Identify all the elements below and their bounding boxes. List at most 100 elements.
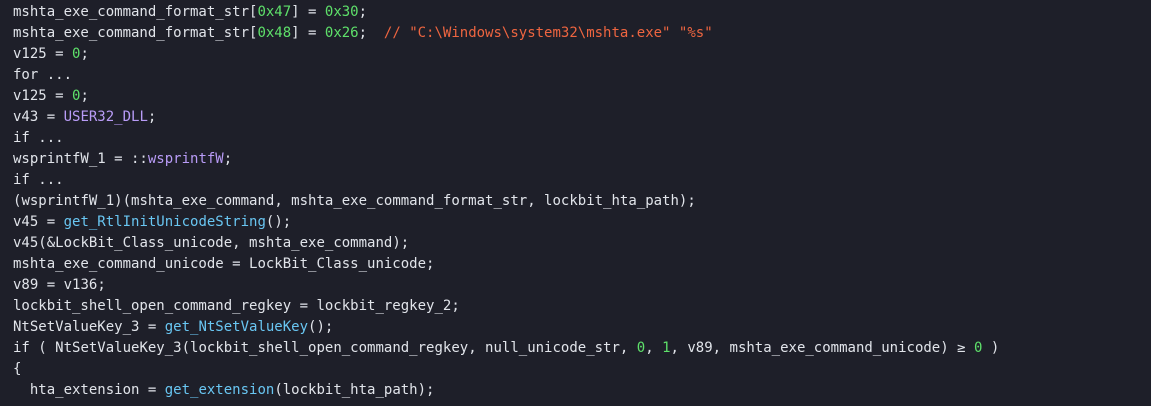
code-line[interactable]: lockbit_shell_open_command_regkey = lock…	[13, 296, 1151, 317]
identifier-token[interactable]: mshta_exe_command_format_str	[291, 193, 527, 209]
number-literal: 1	[662, 340, 671, 356]
punctuation-token: ,	[274, 193, 292, 209]
punctuation-token: ,	[670, 340, 688, 356]
identifier-token[interactable]: v43	[13, 109, 38, 125]
identifier-token[interactable]: v125	[13, 88, 47, 104]
function-name[interactable]: get_NtSetValueKey	[165, 319, 308, 335]
collapsed-block[interactable]: if ...	[13, 172, 64, 188]
punctuation-token: =	[139, 319, 165, 335]
number-literal: 0x26	[324, 25, 359, 41]
identifier-token[interactable]: mshta_exe_command	[131, 193, 274, 209]
identifier-token[interactable]: wsprintfW_1	[21, 193, 114, 209]
code-comment: // "C:\Windows\system32\mshta.exe" "%s"	[383, 25, 713, 41]
function-name[interactable]: get_extension	[165, 382, 275, 398]
code-line[interactable]: wsprintfW_1 = ::wsprintfW;	[13, 149, 1151, 170]
punctuation-token: =	[46, 88, 73, 104]
code-line[interactable]: if ...	[13, 128, 1151, 149]
identifier-token[interactable]: null_unicode_str	[485, 340, 620, 356]
punctuation-token: ,	[645, 340, 663, 356]
punctuation-token: =	[46, 46, 73, 62]
punctuation-token: ;	[358, 4, 368, 20]
identifier-token[interactable]: mshta_exe_command_unicode	[13, 256, 224, 272]
punctuation-token: );	[392, 235, 410, 251]
punctuation-token: ,	[712, 340, 730, 356]
punctuation-token: =	[291, 298, 317, 314]
code-line[interactable]: NtSetValueKey_3 = get_NtSetValueKey();	[13, 317, 1151, 338]
punctuation-token: (	[181, 340, 191, 356]
identifier-token[interactable]: v45	[13, 235, 38, 251]
punctuation-token: =	[223, 256, 250, 272]
punctuation-token: =	[38, 214, 64, 230]
code-line[interactable]: if ...	[13, 170, 1151, 191]
identifier-token[interactable]: v89	[13, 277, 38, 293]
punctuation-token: ();	[265, 214, 292, 230]
identifier-token[interactable]: LockBit_Class_unicode	[249, 256, 426, 272]
global-symbol[interactable]: USER32_DLL	[64, 109, 148, 125]
punctuation-token: =	[38, 277, 64, 293]
code-line[interactable]: v43 = USER32_DLL;	[13, 107, 1151, 128]
identifier-token[interactable]: v89	[687, 340, 712, 356]
punctuation-token: (&	[38, 235, 56, 251]
identifier-token[interactable]: lockbit_hta_path	[283, 382, 418, 398]
identifier-token[interactable]: NtSetValueKey_3	[13, 319, 139, 335]
identifier-token[interactable]: v45	[13, 214, 38, 230]
punctuation-token: =	[139, 382, 165, 398]
collapsed-block[interactable]: for ...	[13, 67, 72, 83]
number-literal: 0	[636, 340, 646, 356]
collapsed-block[interactable]: if ...	[13, 130, 64, 146]
identifier-token[interactable]: lockbit_shell_open_command_regkey	[13, 298, 291, 314]
global-symbol[interactable]: wsprintfW	[148, 151, 224, 167]
code-line[interactable]: v45(&LockBit_Class_unicode, mshta_exe_co…	[13, 233, 1151, 254]
identifier-token[interactable]: v125	[13, 46, 47, 62]
identifier-token[interactable]: wsprintfW_1	[13, 151, 106, 167]
code-line[interactable]: hta_extension = get_extension(lockbit_ht…	[13, 380, 1151, 401]
punctuation-token: ;	[223, 151, 233, 167]
identifier-token[interactable]: mshta_exe_command_format_str	[13, 25, 249, 41]
punctuation-token: (	[29, 340, 56, 356]
code-line[interactable]: v89 = v136;	[13, 275, 1151, 296]
code-line[interactable]: mshta_exe_command_format_str[0x48] = 0x2…	[13, 23, 1151, 44]
code-line[interactable]: {	[13, 359, 1151, 380]
identifier-token[interactable]: v136	[64, 277, 98, 293]
identifier-token[interactable]: mshta_exe_command_format_str	[13, 4, 249, 20]
code-line[interactable]: (wsprintfW_1)(mshta_exe_command, mshta_e…	[13, 191, 1151, 212]
code-line[interactable]: for ...	[13, 65, 1151, 86]
identifier-token[interactable]: lockbit_regkey_2	[316, 298, 451, 314]
punctuation-token: =	[38, 109, 64, 125]
punctuation-token	[13, 382, 30, 398]
code-line[interactable]: mshta_exe_command_unicode = LockBit_Clas…	[13, 254, 1151, 275]
identifier-token[interactable]: hta_extension	[30, 382, 140, 398]
identifier-token[interactable]: mshta_exe_command	[249, 235, 392, 251]
code-line[interactable]: mshta_exe_command_format_str[0x47] = 0x3…	[13, 2, 1151, 23]
punctuation-token: )(	[114, 193, 132, 209]
punctuation-token: ) ≥	[940, 340, 974, 356]
punctuation-token: ] =	[291, 25, 325, 41]
punctuation-token: ;	[97, 277, 106, 293]
number-literal: 0x48	[257, 25, 292, 41]
identifier-token[interactable]: NtSetValueKey_3	[55, 340, 181, 356]
punctuation-token: ();	[308, 319, 334, 335]
identifier-token[interactable]: mshta_exe_command_unicode	[730, 340, 941, 356]
identifier-token[interactable]: lockbit_shell_open_command_regkey	[190, 340, 468, 356]
punctuation-token: ;	[80, 88, 89, 104]
decompiler-code-view[interactable]: mshta_exe_command_format_str[0x47] = 0x3…	[0, 0, 1151, 406]
number-literal: 0x47	[257, 4, 292, 20]
code-line[interactable]: v45 = get_RtlInitUnicodeString();	[13, 212, 1151, 233]
identifier-token[interactable]: LockBit_Class_unicode	[55, 235, 232, 251]
punctuation-token: );	[417, 382, 435, 398]
punctuation-token: = ::	[105, 151, 148, 167]
code-line[interactable]: v125 = 0;	[13, 44, 1151, 65]
punctuation-token: ] =	[291, 4, 325, 20]
punctuation-token: ,	[619, 340, 637, 356]
code-line[interactable]: if ( NtSetValueKey_3(lockbit_shell_open_…	[13, 338, 1151, 359]
punctuation-token: ;	[358, 25, 384, 41]
punctuation-token: ;	[147, 109, 157, 125]
number-literal: 0x30	[324, 4, 359, 20]
punctuation-token: );	[678, 193, 696, 209]
punctuation-token: ,	[232, 235, 250, 251]
punctuation-token: ,	[468, 340, 486, 356]
punctuation-token: ;	[80, 46, 89, 62]
identifier-token[interactable]: lockbit_hta_path	[544, 193, 679, 209]
code-line[interactable]: v125 = 0;	[13, 86, 1151, 107]
function-name[interactable]: get_RtlInitUnicodeString	[64, 214, 266, 230]
